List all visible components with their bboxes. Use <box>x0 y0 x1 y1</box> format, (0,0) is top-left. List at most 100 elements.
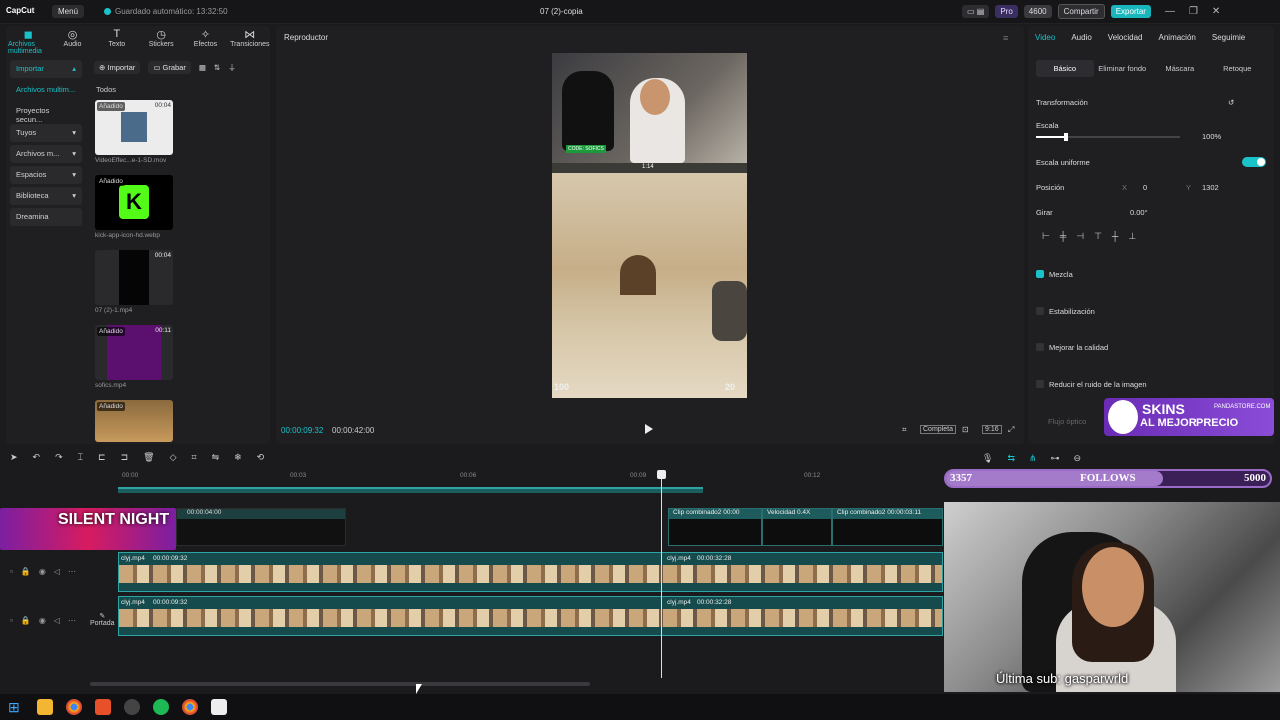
denoise-checkbox[interactable] <box>1036 380 1044 388</box>
delete-icon[interactable]: 🗑 <box>143 452 154 463</box>
media-item[interactable]: Añadido <box>95 400 173 442</box>
play-icon[interactable] <box>645 424 653 434</box>
tab-effects[interactable]: ✧ Efectos <box>185 26 225 52</box>
overlay-clip[interactable]: 00:00:04:00 <box>176 508 346 546</box>
aspect-ratio-button[interactable]: 9:16 <box>982 425 1002 434</box>
capcut-icon[interactable] <box>211 699 227 715</box>
select-icon[interactable]: ➤ <box>10 452 18 463</box>
blend-row[interactable]: Mezcla <box>1036 270 1073 279</box>
sort-icon[interactable]: ⇅ <box>214 63 220 72</box>
eye-icon[interactable]: ◉ <box>39 616 46 625</box>
speed-clip[interactable]: Velocidad 0.4X <box>762 508 832 546</box>
sidenav-dreamina[interactable]: Dreamina <box>10 208 82 227</box>
track-toggle-icon[interactable]: ▫ <box>10 567 13 576</box>
reverse-icon[interactable]: ⟲ <box>257 452 265 463</box>
crop-tool-icon[interactable]: ⌗ <box>192 452 197 463</box>
eye-icon[interactable]: ◉ <box>39 567 46 576</box>
split-icon[interactable]: ⌶ <box>78 452 83 463</box>
media-item[interactable]: Añadido 00:11 sofics.mp4 <box>95 325 173 389</box>
media-item[interactable]: 00:04 07 (2)-1.mp4 <box>95 250 173 314</box>
tab-media[interactable]: ◼ Archivos multimedia <box>8 26 48 55</box>
uniform-scale-toggle[interactable] <box>1242 157 1266 167</box>
marker-icon[interactable]: ◇ <box>170 452 177 463</box>
tab-audio[interactable]: ◎ Audio <box>52 26 92 52</box>
sidenav-media-files[interactable]: Archivos multim... <box>10 81 82 99</box>
volume-icon[interactable]: ◁ <box>54 616 60 625</box>
spotify-icon[interactable] <box>153 699 169 715</box>
blend-checkbox[interactable] <box>1036 270 1044 278</box>
video-track[interactable]: clyj.mp4 00:00:09:32 clyj.mp4 00:00:32:28 <box>118 552 943 592</box>
sidenav-import[interactable]: Importar ▴ <box>10 60 82 78</box>
align-center-icon[interactable]: ╪ <box>1060 231 1066 245</box>
cover-button[interactable]: ✎ Portada <box>90 612 115 627</box>
share-button[interactable]: Compartir <box>1057 4 1105 19</box>
enhance-checkbox[interactable] <box>1036 343 1044 351</box>
timeline-scrollbar[interactable] <box>90 682 590 686</box>
tab-transitions[interactable]: ⋈ Transiciones <box>230 26 270 52</box>
pro-badge[interactable]: Pro <box>995 5 1018 18</box>
fullscreen-icon[interactable]: ⤢ <box>1008 425 1014 435</box>
redo-icon[interactable]: ↷ <box>55 452 63 463</box>
maximize-icon[interactable]: ❐ <box>1189 6 1198 17</box>
media-item[interactable]: Añadido 00:04 VideoEffec...e-1-SD.mov <box>95 100 173 164</box>
preview-axis-icon[interactable]: ⊶ <box>1051 453 1060 464</box>
scale-slider[interactable] <box>1036 133 1180 141</box>
rotate-input[interactable]: 0.00° <box>1130 208 1148 217</box>
grid-view-icon[interactable]: ▦ <box>199 63 206 72</box>
playhead-handle[interactable] <box>657 470 666 479</box>
menu-icon[interactable]: ≡ <box>1003 33 1008 43</box>
sidenav-library[interactable]: Biblioteca ▾ <box>10 187 82 206</box>
layout-icon[interactable]: ▭ ▤ <box>962 5 990 18</box>
slider-knob[interactable] <box>1064 133 1068 141</box>
sidenav-projects[interactable]: Proyectos secun... <box>10 102 82 124</box>
mic-icon[interactable]: 🎙 <box>982 453 993 464</box>
denoise-row[interactable]: Reducir el ruido de la imagen <box>1036 380 1147 389</box>
main-video-track[interactable]: clyj.mp4 00:00:09:32 clyj.mp4 00:00:32:28 <box>118 596 943 636</box>
position-x-input[interactable]: 0 <box>1143 183 1147 192</box>
audio-track[interactable] <box>118 487 703 493</box>
playhead[interactable] <box>661 472 662 678</box>
align-bottom-icon[interactable]: ⊥ <box>1128 231 1136 245</box>
tab-audio-props[interactable]: Audio <box>1071 33 1091 42</box>
file-explorer-icon[interactable] <box>37 699 53 715</box>
chrome-profile-icon[interactable] <box>182 699 198 715</box>
minimize-icon[interactable]: — <box>1165 6 1175 17</box>
split-left-icon[interactable]: ⊏ <box>98 452 106 463</box>
tab-animation[interactable]: Animación <box>1159 33 1196 42</box>
transform-heading[interactable]: Transformación <box>1036 98 1088 107</box>
import-button[interactable]: ⊕ Importar <box>94 61 141 74</box>
video-preview[interactable]: CODE: SOFICS 1:14 100 20 <box>552 53 747 398</box>
brave-icon[interactable] <box>95 699 111 715</box>
position-y-input[interactable]: 1302 <box>1202 183 1219 192</box>
chrome-icon[interactable] <box>66 699 82 715</box>
track-toggle-icon[interactable]: ▫ <box>10 616 13 625</box>
reset-icon[interactable]: ↺ <box>1228 98 1234 107</box>
record-button[interactable]: ▭ Grabar <box>148 61 191 74</box>
tab-stickers[interactable]: ◷ Stickers <box>141 26 181 52</box>
align-right-icon[interactable]: ⊣ <box>1076 231 1084 245</box>
link-icon[interactable]: ⇆ <box>1007 453 1015 464</box>
more-icon[interactable]: ⋯ <box>68 567 76 576</box>
close-icon[interactable]: ✕ <box>1212 6 1220 17</box>
align-top-icon[interactable]: ⊤ <box>1094 231 1102 245</box>
align-middle-icon[interactable]: ┼ <box>1112 231 1118 245</box>
quality-button[interactable]: Completa <box>920 425 956 434</box>
align-left-icon[interactable]: ⊢ <box>1042 231 1050 245</box>
tab-tracking[interactable]: Seguimie <box>1212 33 1245 42</box>
screenshot-icon[interactable]: ⊡ <box>962 425 969 434</box>
undo-icon[interactable]: ↶ <box>33 452 41 463</box>
combined-clip[interactable]: Clip combinado2 00:00 <box>668 508 762 546</box>
magnet-icon[interactable]: ⋔ <box>1029 453 1037 464</box>
subtab-mask[interactable]: Máscara <box>1151 60 1209 77</box>
tab-video[interactable]: Video <box>1035 33 1055 42</box>
more-icon[interactable]: ⋯ <box>68 616 76 625</box>
sidenav-yours[interactable]: Tuyos ▾ <box>10 123 82 142</box>
mirror-icon[interactable]: ⇋ <box>212 452 220 463</box>
sidenav-spaces[interactable]: Espacios ▾ <box>10 165 82 184</box>
scale-value[interactable]: 100% <box>1202 132 1221 141</box>
subtab-remove-bg[interactable]: Eliminar fondo <box>1094 60 1152 77</box>
tab-text[interactable]: T Texto <box>97 26 137 52</box>
subtab-basic[interactable]: Básico <box>1036 59 1094 77</box>
stabilize-checkbox[interactable] <box>1036 307 1044 315</box>
combined-clip[interactable]: Clip combinado2 00:00:03:11 <box>832 508 943 546</box>
